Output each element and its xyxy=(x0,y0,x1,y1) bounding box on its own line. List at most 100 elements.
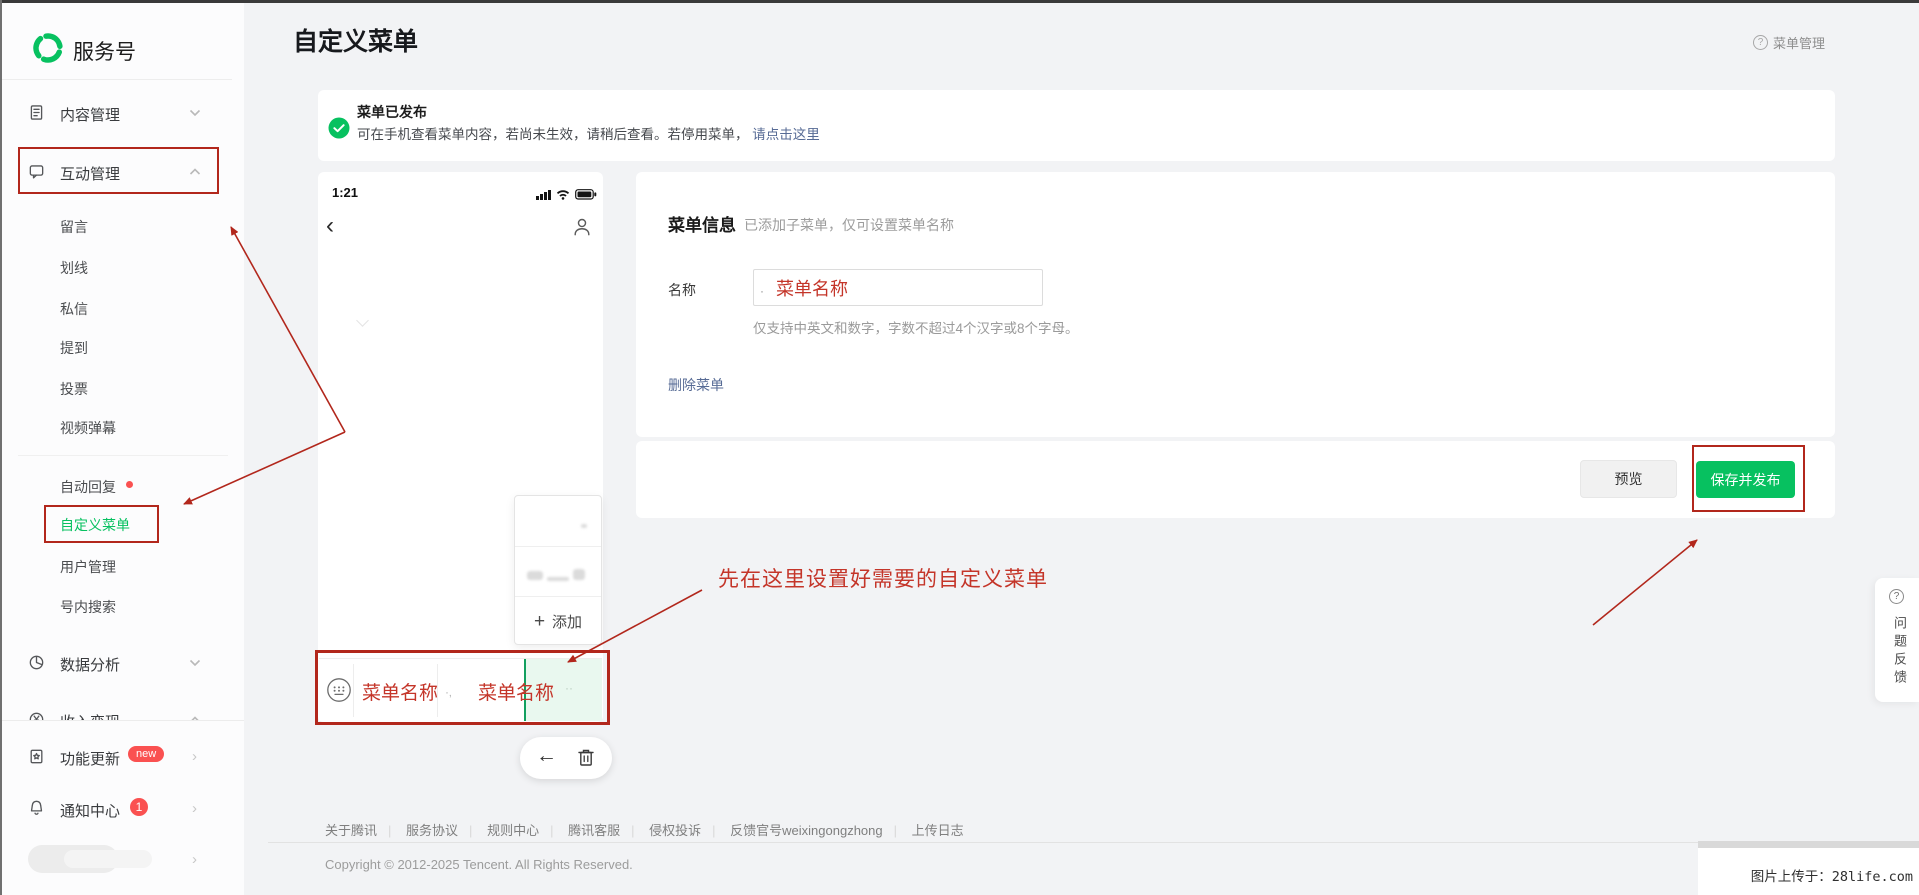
separator: | xyxy=(388,823,392,838)
sidebar-item-label: 数据分析 xyxy=(60,657,121,674)
name-field-label: 名称 xyxy=(668,282,696,298)
menu-management-help[interactable]: ? 菜单管理 xyxy=(1753,33,1825,52)
wifi-icon xyxy=(556,190,570,200)
footer-link-rules[interactable]: 规则中心 xyxy=(487,823,539,838)
sidebar-item-video-danmu[interactable]: 视频弹幕 xyxy=(60,418,116,438)
censored-account-blob xyxy=(64,850,152,868)
bell-icon xyxy=(30,800,43,815)
sidebar-item-user-mgmt[interactable]: 用户管理 xyxy=(60,557,116,577)
new-badge: new xyxy=(128,746,165,762)
banner-title: 菜单已发布 xyxy=(357,104,427,120)
sidebar-item-content-mgmt[interactable]: 内容管理 xyxy=(2,99,232,127)
preview-button[interactable]: 预览 xyxy=(1580,460,1677,498)
footer-link-upload-log[interactable]: 上传日志 xyxy=(912,823,964,838)
banner-text: 可在手机查看菜单内容，若尚未生效，请稍后查看。若停用菜单， xyxy=(357,127,749,142)
undo-arrow-icon[interactable]: ← xyxy=(536,744,557,768)
divider xyxy=(18,455,228,456)
question-icon: ? xyxy=(1753,35,1768,50)
chevron-down-icon xyxy=(189,659,201,667)
popup-notch xyxy=(356,314,369,327)
sidebar-item-label: 功能更新 xyxy=(60,751,121,768)
chevron-down-icon xyxy=(189,109,201,117)
separator: | xyxy=(893,823,898,838)
app-title: 服务号 xyxy=(73,41,136,64)
separator: | xyxy=(469,823,473,838)
sidebar: 服务号 内容管理 互动管理 留言 划线 私信 提到 投票 视频弹幕 自动回复 自… xyxy=(2,3,244,895)
submenu-item-censored[interactable] xyxy=(515,546,601,596)
sidebar-item-private-msg[interactable]: 私信 xyxy=(60,299,88,319)
footer-link-complaint[interactable]: 侵权投诉 xyxy=(649,823,701,838)
chevron-right-icon[interactable]: › xyxy=(192,851,197,868)
disable-menu-link[interactable]: 请点击这里 xyxy=(752,127,820,142)
section-subtitle: 已添加子菜单，仅可设置菜单名称 xyxy=(744,217,954,233)
window-top-edge xyxy=(0,0,1919,3)
submenu-item-censored[interactable] xyxy=(515,496,601,546)
menu-info-panel: 菜单信息 已添加子菜单，仅可设置菜单名称 名称 · 仅支持中英文和数字，字数不超… xyxy=(636,172,1835,437)
annotation-box-interact-mgmt xyxy=(18,147,219,194)
chevron-right-icon: › xyxy=(192,748,197,765)
signal-icon xyxy=(548,190,551,200)
status-time: 1:21 xyxy=(332,185,359,200)
signal-icon xyxy=(540,194,543,200)
book-star-icon xyxy=(30,749,43,764)
divider xyxy=(268,842,1848,843)
question-icon: ? xyxy=(1889,589,1904,604)
sidebar-item-notification-center[interactable]: 通知中心 1 › xyxy=(2,795,232,823)
separator: | xyxy=(712,823,716,838)
sidebar-item-data-analysis[interactable]: 数据分析 xyxy=(2,649,232,677)
plus-icon: + xyxy=(533,610,546,632)
separator: | xyxy=(631,823,635,838)
unread-dot xyxy=(126,481,133,488)
separator: | xyxy=(550,823,554,838)
notification-count-badge: 1 xyxy=(130,798,148,816)
profile-icon[interactable] xyxy=(571,216,593,238)
chevron-right-icon: › xyxy=(192,800,197,817)
annotation-tip-text: 先在这里设置好需要的自定义菜单 xyxy=(718,567,1048,591)
watermark-text: 图片上传于：28life.com xyxy=(1750,869,1913,885)
document-icon xyxy=(30,105,43,120)
sidebar-item-feature-updates[interactable]: 功能更新 new › xyxy=(2,743,232,771)
name-field-hint: 仅支持中英文和数字，字数不超过4个汉字或8个字母。 xyxy=(753,321,1079,336)
sidebar-item-account-search[interactable]: 号内搜索 xyxy=(60,597,116,617)
footer-link-about[interactable]: 关于腾讯 xyxy=(325,823,377,838)
input-cursor-mark: · xyxy=(760,284,764,298)
battery-icon xyxy=(575,189,597,200)
menu-name-input[interactable] xyxy=(753,269,1043,306)
feedback-tab[interactable]: ? 问题反馈 xyxy=(1875,578,1919,702)
back-chevron-icon[interactable]: ‹ xyxy=(326,212,334,240)
annotation-box-custom-menu xyxy=(44,505,159,543)
app-logo-icon xyxy=(33,33,63,63)
annotation-box-menu-bar xyxy=(315,650,610,725)
footer-link-feedback[interactable]: 反馈官号weixingongzhong xyxy=(730,823,882,838)
annotation-box-save-button xyxy=(1692,445,1805,512)
sidebar-item-label: 通知中心 xyxy=(60,803,121,820)
sidebar-item-mentions[interactable]: 提到 xyxy=(60,338,88,358)
sidebar-item-auto-reply[interactable]: 自动回复 xyxy=(60,477,116,497)
submenu-add-button[interactable]: + 添加 xyxy=(515,596,601,646)
footer-link-agreement[interactable]: 服务协议 xyxy=(406,823,458,838)
watermark-box: 图片上传于：28life.com xyxy=(1698,841,1919,895)
phone-preview: 1:21 ‹ + 添加 菜单名称 ·‚ 菜单名称 ·· xyxy=(318,172,603,722)
trash-icon[interactable] xyxy=(576,747,596,769)
section-title: 菜单信息 xyxy=(668,216,736,235)
footer-link-support[interactable]: 腾讯客服 xyxy=(568,823,620,838)
sidebar-item-votes[interactable]: 投票 xyxy=(60,379,88,399)
page-title: 自定义菜单 xyxy=(293,28,419,56)
feedback-label: 问题反馈 xyxy=(1892,616,1907,688)
delete-menu-link[interactable]: 删除菜单 xyxy=(668,375,724,395)
success-check-icon xyxy=(328,117,350,139)
form-footer-bar: 预览 保存并发布 xyxy=(636,441,1835,518)
sidebar-item-label: 内容管理 xyxy=(60,107,121,124)
submenu-popup: + 添加 xyxy=(514,495,602,645)
copyright: Copyright © 2012-2025 Tencent. All Right… xyxy=(325,857,633,872)
divider xyxy=(2,79,232,80)
sidebar-item-comments[interactable]: 留言 xyxy=(60,217,88,237)
sidebar-item-underline[interactable]: 划线 xyxy=(60,258,88,278)
add-label: 添加 xyxy=(552,614,583,631)
signal-icon xyxy=(544,192,547,200)
footer-links: 关于腾讯 | 服务协议 | 规则中心 | 腾讯客服 | 侵权投诉 | 反馈官号weixin… xyxy=(325,820,964,839)
pie-chart-icon xyxy=(29,655,44,670)
menu-edit-toolbar: ← xyxy=(520,737,612,779)
signal-icon xyxy=(536,196,539,200)
help-label: 菜单管理 xyxy=(1773,36,1826,51)
